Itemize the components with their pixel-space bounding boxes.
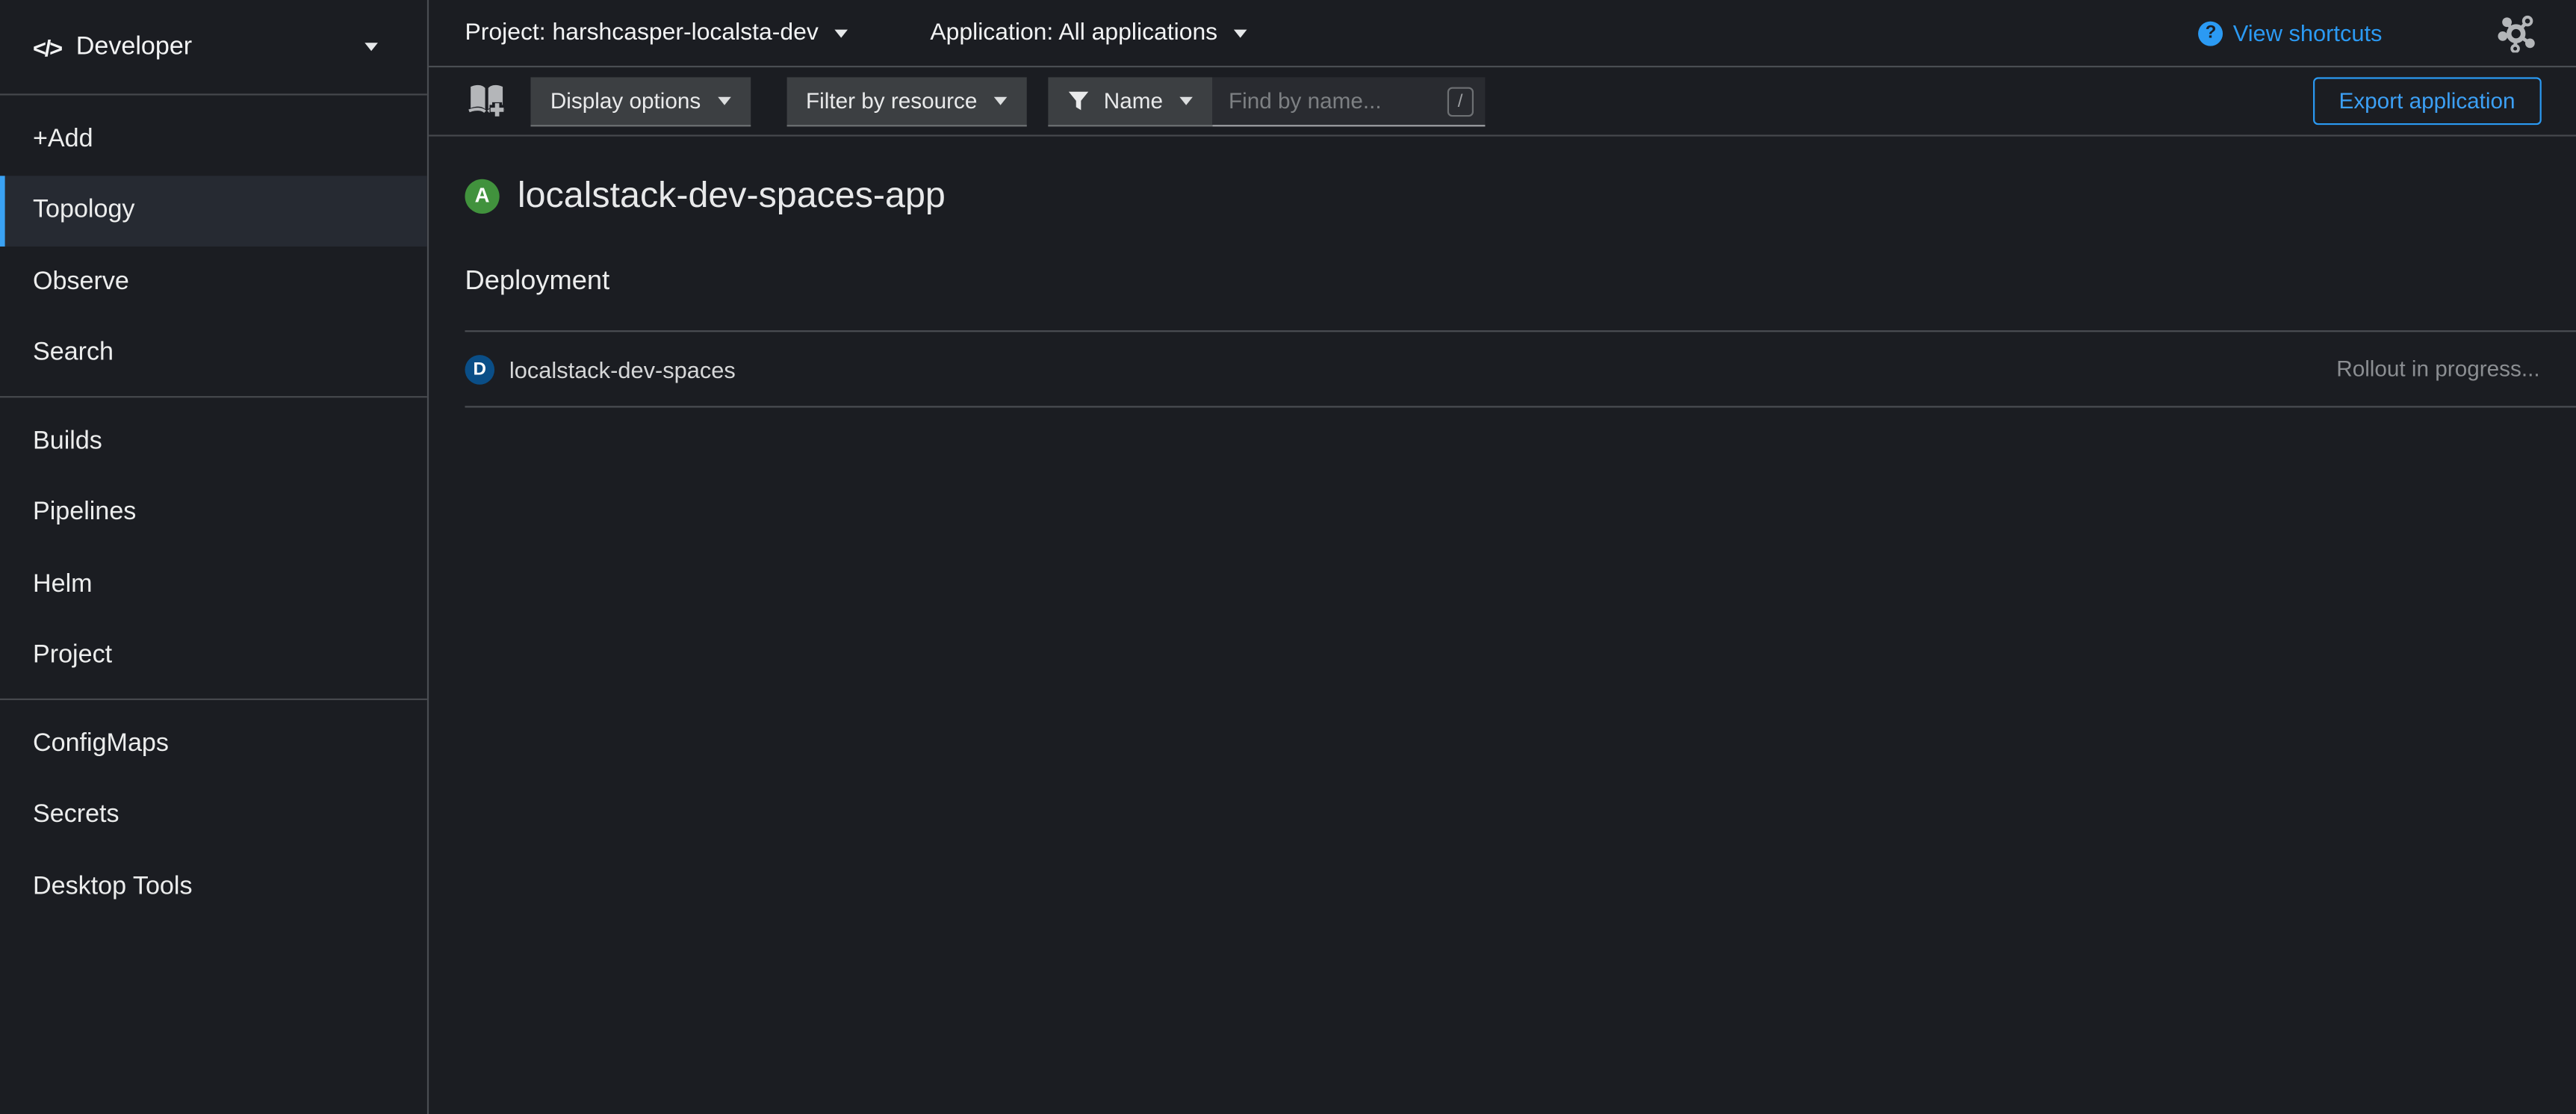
sidebar-group-config: ConfigMaps Secrets Desktop Tools xyxy=(0,700,427,929)
sidebar-item-label: Observe xyxy=(33,267,129,297)
project-selector-label: Project: harshcasper-localsta-dev xyxy=(465,19,818,46)
sidebar: </> Developer +Add Topology Observe Sear… xyxy=(0,0,429,1114)
sidebar-item-project[interactable]: Project xyxy=(0,620,427,692)
chevron-down-icon xyxy=(835,28,848,37)
sidebar-item-add[interactable]: +Add xyxy=(0,104,427,176)
find-by-name-input[interactable] xyxy=(1212,76,1485,126)
chevron-down-icon xyxy=(364,43,378,51)
resource-kind-heading: Deployment xyxy=(465,266,2575,297)
funnel-icon xyxy=(1067,90,1089,111)
sidebar-item-pipelines[interactable]: Pipelines xyxy=(0,477,427,549)
sidebar-item-label: +Add xyxy=(33,125,93,155)
display-options-dropdown[interactable]: Display options xyxy=(530,76,750,126)
topology-toolbar: Display options Filter by resource Name xyxy=(429,67,2576,136)
perspective-switcher[interactable]: </> Developer xyxy=(0,0,427,96)
main-area: Project: harshcasper-localsta-dev Applic… xyxy=(429,0,2576,1114)
help-icon: ? xyxy=(2199,20,2223,45)
deployment-badge: D xyxy=(465,354,494,384)
application-badge: A xyxy=(465,179,499,213)
sidebar-item-label: Builds xyxy=(33,427,102,457)
perspective-label: Developer xyxy=(76,32,365,62)
name-filter-group: Name / xyxy=(1048,76,1485,126)
topology-list-view: A localstack-dev-spaces-app Deployment D… xyxy=(429,137,2576,1114)
export-application-button[interactable]: Export application xyxy=(2312,77,2541,125)
chevron-down-icon xyxy=(1179,96,1193,105)
sidebar-item-label: Helm xyxy=(33,570,93,600)
application-selector-label: Application: All applications xyxy=(930,19,1217,46)
book-plus-icon[interactable] xyxy=(467,82,508,120)
sidebar-item-label: Desktop Tools xyxy=(33,872,193,902)
view-shortcuts-label: View shortcuts xyxy=(2233,19,2383,46)
sidebar-item-builds[interactable]: Builds xyxy=(0,406,427,477)
view-shortcuts-link[interactable]: ? View shortcuts xyxy=(2199,19,2383,46)
sidebar-item-desktop-tools[interactable]: Desktop Tools xyxy=(0,851,427,923)
project-selector[interactable]: Project: harshcasper-localsta-dev xyxy=(465,19,848,46)
sidebar-item-label: Pipelines xyxy=(33,498,136,528)
application-name: localstack-dev-spaces-app xyxy=(518,174,946,217)
sidebar-item-label: Secrets xyxy=(33,801,120,831)
sidebar-item-secrets[interactable]: Secrets xyxy=(0,780,427,852)
sidebar-item-label: ConfigMaps xyxy=(33,729,169,759)
filter-by-resource-label: Filter by resource xyxy=(806,88,977,113)
sidebar-item-label: Search xyxy=(33,339,114,369)
resource-list: D localstack-dev-spaces Rollout in progr… xyxy=(465,330,2575,407)
table-row[interactable]: D localstack-dev-spaces Rollout in progr… xyxy=(465,332,2575,407)
resource-status: Rollout in progress... xyxy=(2336,356,2539,381)
sidebar-item-label: Project xyxy=(33,641,112,671)
sidebar-group-main: +Add Topology Observe Search xyxy=(0,96,427,398)
application-group-header: A localstack-dev-spaces-app xyxy=(465,174,2575,217)
context-bar-right: ? View shortcuts xyxy=(2199,14,2576,52)
topology-icon[interactable] xyxy=(2497,14,2536,52)
sidebar-item-label: Topology xyxy=(33,196,134,226)
application-selector[interactable]: Application: All applications xyxy=(930,19,1247,46)
filter-by-resource-dropdown[interactable]: Filter by resource xyxy=(786,76,1027,126)
display-options-label: Display options xyxy=(550,88,701,113)
code-icon: </> xyxy=(33,34,61,60)
chevron-down-icon xyxy=(717,96,730,105)
openshift-console: </> Developer +Add Topology Observe Sear… xyxy=(0,0,2576,1114)
name-filter-label: Name xyxy=(1104,88,1163,113)
chevron-down-icon xyxy=(1234,28,1247,37)
sidebar-item-topology[interactable]: Topology xyxy=(0,175,427,247)
sidebar-item-configmaps[interactable]: ConfigMaps xyxy=(0,708,427,780)
search-wrap: / xyxy=(1212,76,1485,126)
sidebar-item-observe[interactable]: Observe xyxy=(0,247,427,318)
name-filter-dropdown[interactable]: Name xyxy=(1048,76,1212,126)
context-bar: Project: harshcasper-localsta-dev Applic… xyxy=(429,0,2576,67)
resource-name: localstack-dev-spaces xyxy=(509,356,736,382)
sidebar-item-search[interactable]: Search xyxy=(0,318,427,390)
sidebar-group-build: Builds Pipelines Helm Project xyxy=(0,397,427,700)
sidebar-item-helm[interactable]: Helm xyxy=(0,549,427,621)
chevron-down-icon xyxy=(993,96,1007,105)
